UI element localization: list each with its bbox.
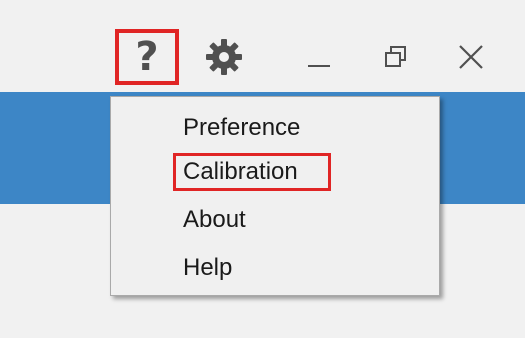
help-dropdown-menu: Preference Calibration About Help (110, 96, 440, 296)
menu-item-help[interactable]: Help (183, 250, 232, 286)
question-mark-icon: ? (135, 34, 159, 80)
minimize-button[interactable] (296, 34, 342, 80)
restore-icon (385, 46, 406, 67)
settings-button[interactable] (199, 34, 249, 80)
menu-item-about[interactable]: About (183, 202, 246, 238)
close-button[interactable] (446, 34, 496, 80)
minimize-icon (308, 65, 330, 67)
menu-item-preference[interactable]: Preference (183, 110, 300, 146)
title-bar: ? (0, 0, 525, 92)
calibration-highlight-box (173, 153, 331, 191)
close-icon (459, 45, 483, 69)
gear-icon (206, 39, 242, 75)
restore-button[interactable] (373, 34, 419, 80)
help-button[interactable]: ? (115, 29, 179, 85)
